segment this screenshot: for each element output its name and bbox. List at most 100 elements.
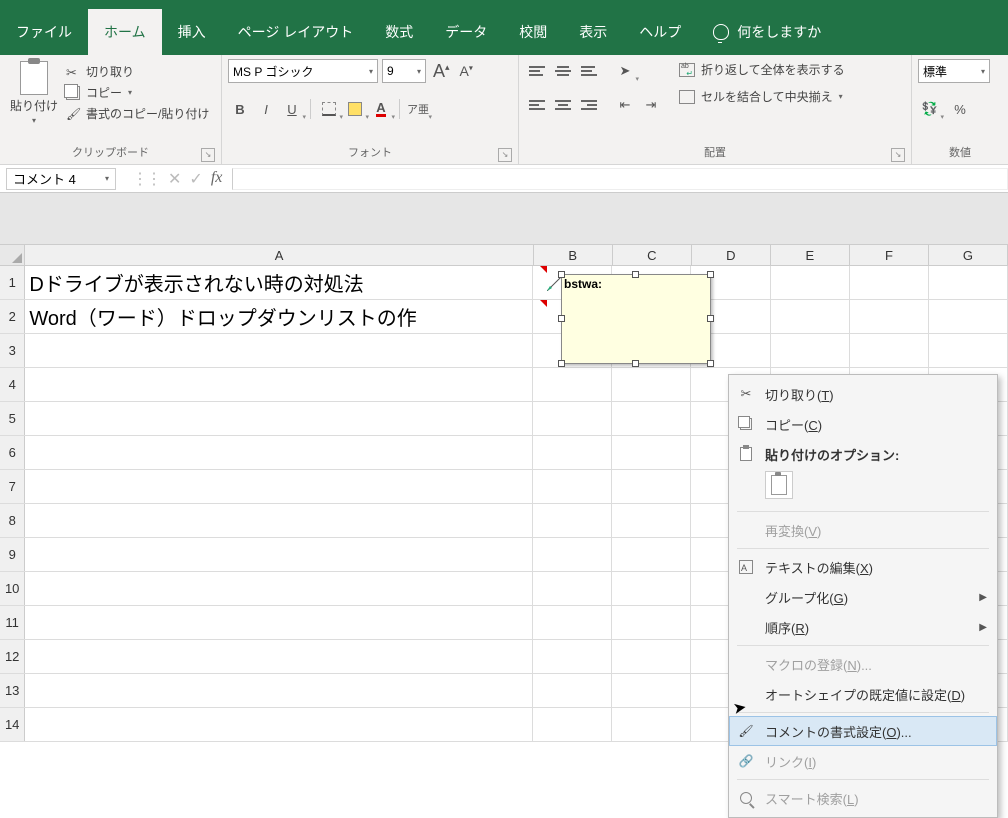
row-header[interactable]: 12: [0, 640, 25, 673]
cell[interactable]: [850, 266, 929, 299]
resize-handle[interactable]: [558, 360, 565, 367]
name-box[interactable]: コメント 4▾: [6, 168, 116, 190]
cell[interactable]: [612, 368, 691, 401]
row-header[interactable]: 2: [0, 300, 25, 333]
cell[interactable]: [533, 674, 612, 707]
cell[interactable]: [612, 504, 691, 537]
menu-cut[interactable]: 切り取り(T): [729, 379, 997, 409]
tell-me-search[interactable]: 何をしますか: [697, 9, 837, 55]
tab-formulas[interactable]: 数式: [369, 9, 429, 55]
align-middle-button[interactable]: [551, 59, 575, 83]
font-name-select[interactable]: MS P ゴシック▾: [228, 59, 378, 83]
cell[interactable]: [533, 538, 612, 571]
cell[interactable]: [850, 334, 929, 367]
col-header-E[interactable]: E: [771, 245, 850, 265]
cell[interactable]: [25, 572, 533, 605]
tab-help[interactable]: ヘルプ: [623, 9, 697, 55]
decrease-indent-button[interactable]: ⇤: [613, 93, 637, 117]
cell[interactable]: [929, 300, 1008, 333]
menu-copy[interactable]: コピー(C): [729, 409, 997, 439]
tab-file[interactable]: ファイル: [0, 9, 88, 55]
cell[interactable]: Word（ワード）ドロップダウンリストの作: [25, 300, 533, 333]
cell[interactable]: [612, 436, 691, 469]
cell[interactable]: [25, 708, 533, 741]
row-header[interactable]: 4: [0, 368, 25, 401]
cell[interactable]: [612, 640, 691, 673]
cell[interactable]: [533, 470, 612, 503]
fx-icon[interactable]: fx: [211, 169, 223, 189]
tab-view[interactable]: 表示: [563, 9, 623, 55]
comment-box[interactable]: bstwa:: [561, 274, 711, 364]
row-header[interactable]: 13: [0, 674, 25, 707]
resize-handle[interactable]: [632, 360, 639, 367]
italic-button[interactable]: I: [254, 97, 278, 121]
bold-button[interactable]: B: [228, 97, 252, 121]
percent-button[interactable]: %: [948, 97, 972, 121]
fill-color-button[interactable]: ▾: [343, 97, 367, 121]
cell[interactable]: [771, 334, 850, 367]
cell[interactable]: [929, 334, 1008, 367]
cell[interactable]: [25, 334, 533, 367]
align-center-button[interactable]: [551, 93, 575, 117]
copy-button[interactable]: コピー ▾: [66, 84, 209, 101]
increase-font-icon[interactable]: A▴: [430, 61, 453, 82]
col-header-B[interactable]: B: [534, 245, 613, 265]
cell[interactable]: [25, 436, 533, 469]
resize-handle[interactable]: [707, 271, 714, 278]
row-header[interactable]: 11: [0, 606, 25, 639]
phonetic-button[interactable]: ア亜▾: [406, 97, 430, 121]
cell[interactable]: [25, 402, 533, 435]
accounting-format-button[interactable]: 💱▾: [918, 97, 942, 121]
row-header[interactable]: 7: [0, 470, 25, 503]
resize-handle[interactable]: [707, 315, 714, 322]
row-header[interactable]: 5: [0, 402, 25, 435]
tab-home[interactable]: ホーム: [88, 9, 162, 55]
cell[interactable]: [850, 300, 929, 333]
menu-format-comment[interactable]: コメントの書式設定(O)...: [729, 716, 997, 746]
row-header[interactable]: 14: [0, 708, 25, 741]
cell[interactable]: [533, 572, 612, 605]
increase-indent-button[interactable]: ⇥: [639, 93, 663, 117]
cell[interactable]: [612, 674, 691, 707]
cell[interactable]: [533, 606, 612, 639]
cell[interactable]: [25, 368, 533, 401]
col-header-C[interactable]: C: [613, 245, 692, 265]
col-header-D[interactable]: D: [692, 245, 771, 265]
menu-edit-text[interactable]: テキストの編集(X): [729, 552, 997, 582]
cell[interactable]: [25, 470, 533, 503]
tab-page-layout[interactable]: ページ レイアウト: [222, 9, 370, 55]
cancel-icon[interactable]: ✕: [168, 169, 181, 189]
merge-center-button[interactable]: セルを結合して中央揃え ▾: [679, 88, 845, 105]
cell[interactable]: [533, 640, 612, 673]
cell[interactable]: [612, 606, 691, 639]
cell[interactable]: [25, 640, 533, 673]
border-button[interactable]: ▾: [317, 97, 341, 121]
col-header-F[interactable]: F: [850, 245, 929, 265]
row-header[interactable]: 3: [0, 334, 25, 367]
tab-review[interactable]: 校閲: [503, 9, 563, 55]
row-header[interactable]: 10: [0, 572, 25, 605]
select-all-corner[interactable]: [0, 245, 25, 265]
align-left-button[interactable]: [525, 93, 549, 117]
tab-data[interactable]: データ: [429, 9, 503, 55]
dialog-launcher-icon[interactable]: ↘: [891, 148, 905, 162]
cell[interactable]: [533, 436, 612, 469]
row-header[interactable]: 8: [0, 504, 25, 537]
format-painter-button[interactable]: 書式のコピー/貼り付け: [66, 105, 209, 122]
paste-button[interactable]: 貼り付け ▾: [6, 59, 62, 127]
cell[interactable]: [612, 708, 691, 741]
cell[interactable]: [533, 504, 612, 537]
enter-icon[interactable]: ✓: [189, 169, 202, 189]
cell[interactable]: [929, 266, 1008, 299]
tab-insert[interactable]: 挿入: [162, 9, 222, 55]
menu-default-autoshape[interactable]: オートシェイプの既定値に設定(D): [729, 679, 997, 709]
cell[interactable]: [771, 300, 850, 333]
cell[interactable]: [612, 402, 691, 435]
number-format-select[interactable]: 標準▾: [918, 59, 990, 83]
align-top-button[interactable]: [525, 59, 549, 83]
cell[interactable]: [25, 674, 533, 707]
cell[interactable]: [533, 368, 612, 401]
col-header-G[interactable]: G: [929, 245, 1008, 265]
resize-handle[interactable]: [558, 271, 565, 278]
underline-button[interactable]: U▾: [280, 97, 304, 121]
